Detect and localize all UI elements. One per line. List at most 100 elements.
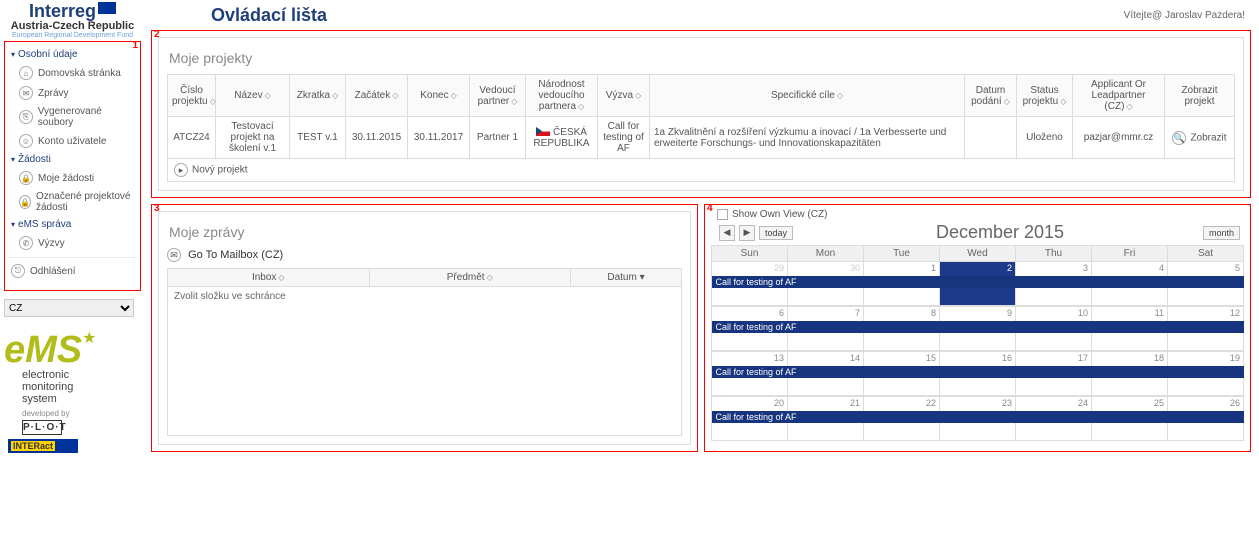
cell-lead: Partner 1 [470,117,526,159]
calendar-day-number: 10 [1016,307,1091,318]
tab-date[interactable]: Datum ▾ [571,269,681,286]
calendar-day-number: 4 [1092,262,1167,273]
col-nationality[interactable]: Národnost vedoucího partnera◇ [526,75,598,117]
calendar-day-number: 17 [1016,352,1091,363]
calendar-day-number: 23 [940,397,1015,408]
calendar-prev-button[interactable]: ◀ [719,225,735,241]
nav-home[interactable]: ⌂ Domovská stránka [7,63,138,83]
nav-group-applications[interactable]: Žádosti [7,151,138,168]
lock-icon: 🔒 [19,171,33,185]
col-lead[interactable]: Vedoucí partner◇ [470,75,526,117]
nav-group-ems[interactable]: eMS správa [7,216,138,233]
cell-status: Uloženo [1017,117,1073,159]
sidebar-nav: 1 Osobní údaje ⌂ Domovská stránka ✉ Zprá… [4,41,141,291]
tab-subject[interactable]: Předmět◇ [370,269,572,286]
sort-icon: ◇ [451,91,457,100]
sort-icon: ◇ [511,97,517,106]
logout-button[interactable]: ⎋ Odhlášení [7,257,138,284]
calendar-month-button[interactable]: month [1203,226,1240,240]
calendar-event[interactable]: Call for testing of AF [712,411,1244,423]
calendar-event[interactable]: Call for testing of AF [712,366,1244,378]
new-project-button[interactable]: ▸Nový projekt [167,159,1235,182]
col-acronym[interactable]: Zkratka◇ [290,75,346,117]
sort-icon: ◇ [578,102,584,111]
col-project-id[interactable]: Číslo projektu◇ [168,75,216,117]
col-objectives[interactable]: Specifické cíle◇ [650,75,965,117]
nav-generated-files[interactable]: ⎘ Vygenerované soubory [7,103,138,131]
user-icon: ☺ [19,134,33,148]
sort-icon: ◇ [1004,97,1010,106]
page-title: Ovládací lišta [211,5,327,26]
sort-icon: ◇ [1060,97,1066,106]
language-select[interactable]: CZ [4,299,134,317]
nav-my-applications[interactable]: 🔒 Moje žádosti [7,168,138,188]
calendar-day-number: 3 [1016,262,1091,273]
cell-call: Call for testing of AF [598,117,650,159]
calendar-event[interactable]: Call for testing of AF [712,276,1244,288]
calendar-day-number: 2 [940,262,1015,273]
sort-icon: ◇ [635,91,641,100]
mail-icon: ✉ [19,86,33,100]
nav-label: Domovská stránka [38,68,121,79]
nav-bookmarked-applications[interactable]: 🔒 Označené projektové žádosti [7,188,138,216]
files-icon: ⎘ [19,110,33,124]
phone-icon: ✆ [19,236,33,250]
calendar-day-number: 1 [864,262,939,273]
projects-heading: Moje projekty [169,50,1235,66]
nav-group-personal[interactable]: Osobní údaje [7,46,138,63]
calendar-day-number: 14 [788,352,863,363]
sort-icon: ◇ [392,91,398,100]
sort-icon: ◇ [265,91,271,100]
calendar-day-number: 15 [864,352,939,363]
logout-icon: ⎋ [11,264,25,278]
plus-icon: ▸ [174,163,188,177]
show-project-button[interactable]: 🔍Zobrazit [1165,117,1235,159]
table-row[interactable]: ATCZ24 Testovací projekt na školení v.1 … [168,117,1235,159]
calendar-day-header: Mon [788,246,864,262]
calendar-next-button[interactable]: ▶ [739,225,755,241]
calendar-day-number: 30 [788,262,863,273]
col-submitted[interactable]: Datum podání◇ [965,75,1017,117]
show-own-label: Show Own View (CZ) [732,209,827,220]
cell-nationality: ČESKÁ REPUBLIKA [526,117,598,159]
col-status[interactable]: Status projektu◇ [1017,75,1073,117]
sort-icon: ◇ [1126,102,1132,111]
cell-start: 30.11.2015 [346,117,408,159]
calendar-day-number: 6 [712,307,787,318]
calendar-day-number: 25 [1092,397,1167,408]
calendar-day-header: Tue [864,246,940,262]
show-own-checkbox[interactable] [717,209,728,220]
col-start[interactable]: Začátek◇ [346,75,408,117]
home-icon: ⌂ [19,66,33,80]
developed-by-label: developed by [22,409,141,418]
col-end[interactable]: Konec◇ [408,75,470,117]
col-applicant[interactable]: Applicant Or Leadpartner (CZ)◇ [1073,75,1165,117]
calendar-day-number: 8 [864,307,939,318]
calendar-day-number: 29 [712,262,787,273]
nav-calls[interactable]: ✆ Výzvy [7,233,138,253]
calendar-event[interactable]: Call for testing of AF [712,321,1244,333]
tab-inbox[interactable]: Inbox◇ [168,269,370,286]
calendar-day-header: Fri [1092,246,1168,262]
calendar-day-number: 20 [712,397,787,408]
calendar-today-button[interactable]: today [759,226,793,240]
messages-panel: 3 Moje zprávy ✉ Go To Mailbox (CZ) Inbox… [151,204,698,452]
cell-id: ATCZ24 [168,117,216,159]
nav-label: Vygenerované soubory [38,106,138,128]
nav-messages[interactable]: ✉ Zprávy [7,83,138,103]
calendar-day-number: 21 [788,397,863,408]
goto-mailbox-button[interactable]: Go To Mailbox (CZ) [188,249,283,261]
calendar-panel: 4 Show Own View (CZ) ◀ ▶ today December … [704,204,1251,452]
col-name[interactable]: Název◇ [216,75,290,117]
magnifier-icon: 🔍 [1172,131,1186,145]
cell-acronym: TEST v.1 [290,117,346,159]
cell-end: 30.11.2017 [408,117,470,159]
nav-user-account[interactable]: ☺ Konto uživatele [7,131,138,151]
messages-heading: Moje zprávy [169,224,682,240]
logo-interreg: Interreg Austria-Czech Republic European… [4,2,141,39]
calendar-day-header: Sat [1168,246,1244,262]
flag-cz-icon [536,127,550,136]
annotation-2: 2 [154,29,160,40]
calendar-day-header: Wed [940,246,1016,262]
col-call[interactable]: Výzva◇ [598,75,650,117]
